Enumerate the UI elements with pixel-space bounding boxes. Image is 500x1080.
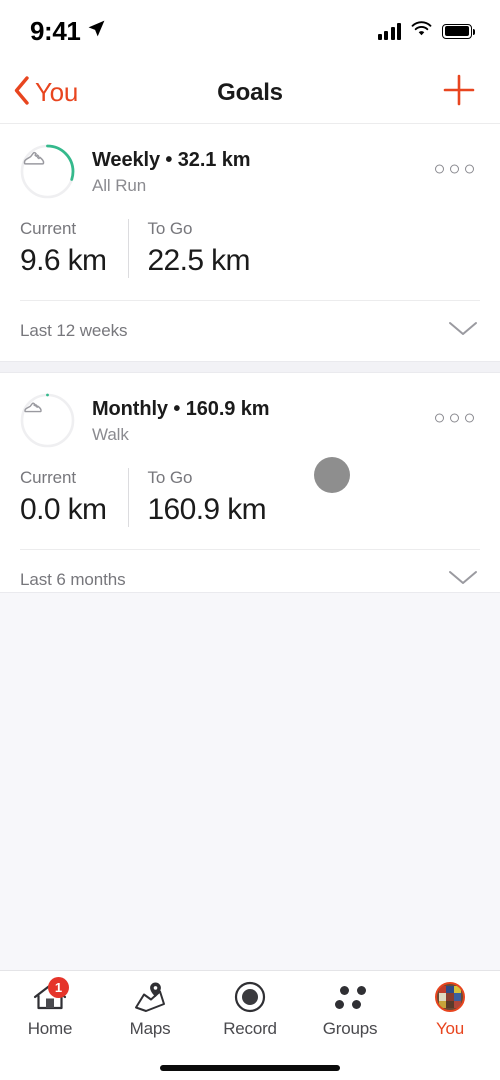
current-stat: Current 9.6 km (20, 219, 128, 278)
location-arrow-icon (87, 19, 106, 43)
tab-groups[interactable]: Groups (300, 980, 400, 1039)
battery-full-icon (442, 23, 476, 39)
goal-title: Weekly • 32.1 km (92, 148, 251, 171)
goal-card-header: Monthly • 160.9 km Walk (20, 373, 480, 462)
section-divider (0, 361, 500, 373)
home-badge: 1 (48, 977, 69, 998)
goal-subtitle: All Run (92, 175, 147, 195)
current-label: Current (20, 219, 76, 238)
wifi-icon (411, 20, 432, 42)
goal-history-expander[interactable]: Last 12 weeks (20, 300, 480, 361)
status-bar: 9:41 (0, 0, 500, 62)
avatar-icon (430, 980, 470, 1014)
togo-stat: To Go 22.5 km (128, 219, 272, 278)
togo-label: To Go (147, 219, 193, 238)
goal-card[interactable]: Monthly • 160.9 km Walk Current 0.0 km T… (0, 373, 500, 610)
chevron-left-icon (13, 75, 30, 110)
goal-stats: Current 0.0 km To Go 160.9 km (20, 462, 480, 549)
goal-card[interactable]: Weekly • 32.1 km All Run Current 9.6 km … (0, 124, 500, 361)
status-bar-right (377, 20, 476, 42)
goal-subtitle: Walk (92, 424, 129, 444)
tab-you-label: You (435, 1019, 465, 1038)
tab-maps[interactable]: Maps (100, 980, 200, 1039)
groups-dots-icon (330, 980, 370, 1014)
avatar (435, 982, 465, 1012)
togo-value: 22.5 km (147, 244, 250, 277)
avatar-photo (439, 986, 461, 1008)
walking-shoe-icon (20, 393, 75, 448)
cellular-bars-icon (377, 22, 401, 40)
chevron-down-icon (446, 318, 480, 343)
record-icon (230, 980, 270, 1014)
running-shoe-icon (20, 144, 75, 199)
goal-card-titles: Monthly • 160.9 km Walk (92, 397, 270, 445)
current-label: Current (20, 468, 76, 487)
goal-card-titles: Weekly • 32.1 km All Run (92, 148, 251, 196)
plus-icon (441, 72, 477, 113)
current-value: 0.0 km (20, 493, 107, 526)
tab-you[interactable]: You (400, 980, 500, 1039)
empty-content-area (0, 592, 500, 970)
home-indicator-bar (160, 1065, 340, 1071)
add-goal-button[interactable] (440, 74, 478, 112)
tab-groups-label: Groups (322, 1019, 378, 1038)
goal-history-label: Last 12 weeks (20, 320, 128, 340)
current-value: 9.6 km (20, 244, 107, 277)
togo-value: 160.9 km (147, 493, 267, 526)
goal-title: Monthly • 160.9 km (92, 397, 270, 420)
togo-stat: To Go 160.9 km (128, 468, 288, 527)
goal-progress-ring (20, 144, 75, 199)
goal-progress-ring (20, 393, 75, 448)
tab-home-label: Home (27, 1019, 73, 1038)
goal-history-label: Last 6 months (20, 569, 126, 589)
status-time: 9:41 (30, 15, 81, 46)
home-icon: 1 (30, 977, 70, 1014)
tab-maps-label: Maps (129, 1019, 171, 1038)
map-pin-icon (130, 980, 170, 1014)
goal-stats: Current 9.6 km To Go 22.5 km (20, 213, 480, 300)
goal-card-header: Weekly • 32.1 km All Run (20, 124, 480, 213)
status-bar-left: 9:41 (30, 16, 106, 47)
back-button[interactable]: You (0, 75, 78, 110)
togo-label: To Go (147, 468, 193, 487)
more-options-icon[interactable] (429, 403, 480, 432)
bottom-tab-bar: 1 Home Maps Record Groups You (0, 970, 500, 1080)
tab-record-label: Record (223, 1019, 277, 1038)
back-button-label: You (35, 77, 78, 107)
tab-record[interactable]: Record (200, 980, 300, 1039)
current-stat: Current 0.0 km (20, 468, 128, 527)
navigation-bar: You Goals (0, 62, 500, 124)
chevron-down-icon (446, 567, 480, 592)
more-options-icon[interactable] (429, 154, 480, 183)
tab-home[interactable]: 1 Home (0, 977, 100, 1039)
app-screen: 9:41 You Goals Weekly • 32.1 km All Run … (0, 0, 500, 1080)
